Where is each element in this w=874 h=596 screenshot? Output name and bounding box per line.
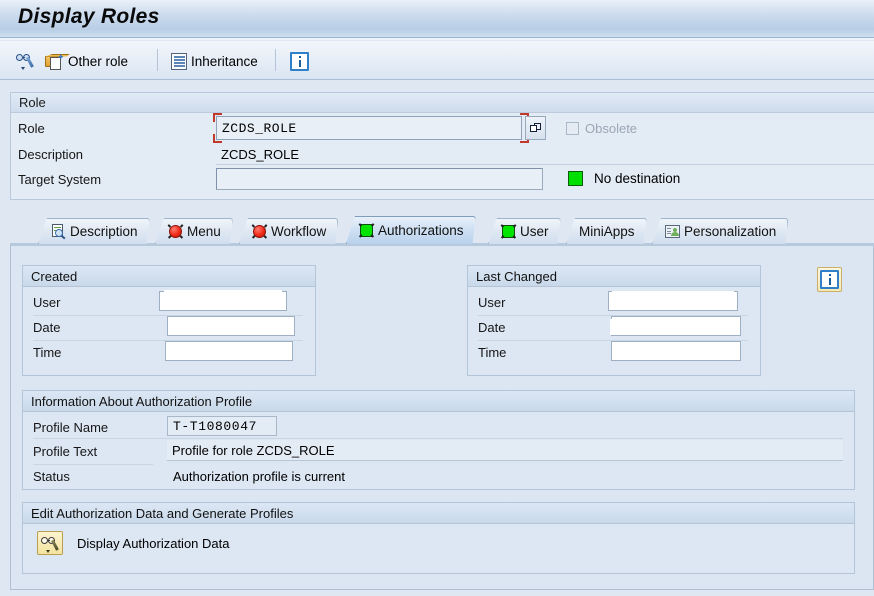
created-user-value[interactable]	[159, 290, 287, 311]
status-label: Status	[33, 469, 70, 484]
created-date-value[interactable]	[167, 316, 295, 336]
tab-authorizations-label: Authorizations	[378, 222, 464, 238]
destination-status-label: No destination	[594, 171, 681, 186]
description-field-label: Description	[18, 147, 84, 162]
authorizations-tab-content: Created User Date Time Last Changed User…	[10, 246, 874, 590]
inheritance-list-icon	[171, 52, 187, 70]
tab-strip: Description Menu Workflow Authorizations…	[10, 216, 874, 246]
red-sphere-icon	[168, 224, 183, 239]
target-system-field-label: Target System	[18, 172, 102, 187]
created-time-value[interactable]	[165, 341, 293, 361]
obsolete-label: Obsolete	[585, 121, 638, 136]
tab-description[interactable]: Description	[38, 218, 150, 244]
tab-miniapps-label: MiniApps	[579, 223, 635, 239]
created-user-label: User	[33, 295, 61, 310]
obsolete-checkbox[interactable]	[566, 122, 579, 135]
red-sphere-icon	[252, 224, 267, 239]
edit-authorization-header: Edit Authorization Data and Generate Pro…	[23, 503, 854, 524]
tab-personalization[interactable]: Personalization	[652, 218, 788, 244]
tab-personalization-label: Personalization	[684, 223, 777, 239]
role-matchcode-button[interactable]	[525, 116, 546, 140]
profile-name-value: T-T1080047	[167, 416, 277, 436]
inheritance-button[interactable]: Inheritance	[167, 47, 262, 75]
tab-user-label: User	[520, 223, 549, 239]
profile-text-label: Profile Text	[33, 444, 98, 459]
authorization-info-button[interactable]	[817, 267, 842, 292]
matchcode-icon	[530, 122, 541, 134]
sap-gui-window: Display Roles ✦ Other role Inheritance R…	[0, 0, 874, 596]
created-panel-header: Created	[23, 266, 315, 287]
display-authorization-data-label: Display Authorization Data	[77, 536, 230, 551]
page-title: Display Roles	[18, 5, 160, 28]
document-search-icon	[51, 224, 66, 239]
folder-star-icon: ✦	[45, 52, 64, 70]
title-bar: Display Roles	[0, 0, 874, 40]
tab-workflow[interactable]: Workflow	[239, 218, 338, 244]
glasses-pen-icon	[16, 52, 36, 70]
toolbar-info-button[interactable]	[286, 47, 313, 75]
tab-workflow-label: Workflow	[271, 223, 327, 239]
tab-menu-label: Menu	[187, 223, 221, 239]
authorization-profile-header: Information About Authorization Profile	[23, 391, 854, 412]
created-date-label: Date	[33, 320, 61, 335]
destination-status-indicator	[568, 171, 583, 186]
green-square-icon	[501, 224, 516, 239]
role-input-wrapper: ZCDS_ROLE	[213, 113, 546, 143]
tab-miniapps[interactable]: MiniApps	[566, 218, 647, 244]
profile-row-sep-1	[33, 438, 843, 439]
focus-corner-top-left	[213, 113, 222, 122]
display-role-button[interactable]	[12, 47, 40, 75]
inheritance-label: Inheritance	[191, 53, 258, 69]
person-card-icon	[665, 224, 680, 239]
last-changed-time-label: Time	[478, 345, 507, 360]
role-group-header: Role	[11, 93, 874, 113]
obsolete-checkbox-row[interactable]: Obsolete	[566, 121, 637, 136]
target-system-input[interactable]	[216, 168, 543, 190]
display-authorization-data-button[interactable]	[37, 531, 63, 555]
last-changed-time-value[interactable]	[611, 341, 741, 361]
last-changed-user-label: User	[478, 295, 506, 310]
role-input[interactable]: ZCDS_ROLE	[216, 116, 522, 140]
focus-corner-bottom-left	[213, 134, 222, 143]
tab-description-label: Description	[70, 223, 138, 239]
tab-user[interactable]: User	[488, 218, 561, 244]
green-square-icon	[359, 223, 374, 238]
last-changed-date-value[interactable]	[610, 316, 741, 336]
glasses-pen-icon	[41, 535, 59, 553]
created-time-label: Time	[33, 345, 62, 360]
info-icon	[820, 270, 839, 289]
info-icon	[290, 51, 309, 71]
role-field-label: Role	[18, 121, 45, 136]
toolbar-separator-2	[275, 49, 276, 71]
profile-row-sep-2	[33, 464, 153, 465]
profile-name-label: Profile Name	[33, 420, 109, 435]
last-changed-date-label: Date	[478, 320, 506, 335]
other-role-button[interactable]: ✦ Other role	[41, 47, 132, 75]
other-role-label: Other role	[68, 53, 129, 69]
tab-menu[interactable]: Menu	[155, 218, 233, 244]
last-changed-panel-header: Last Changed	[468, 266, 760, 287]
tab-authorizations[interactable]: Authorizations	[346, 216, 476, 244]
status-value: Authorization profile is current	[173, 469, 345, 484]
last-changed-user-value[interactable]	[608, 291, 738, 311]
application-toolbar: ✦ Other role Inheritance	[0, 41, 874, 80]
profile-text-value: Profile for role ZCDS_ROLE	[167, 440, 843, 461]
toolbar-separator-1	[157, 49, 158, 71]
description-input[interactable]: ZCDS_ROLE	[216, 144, 874, 165]
